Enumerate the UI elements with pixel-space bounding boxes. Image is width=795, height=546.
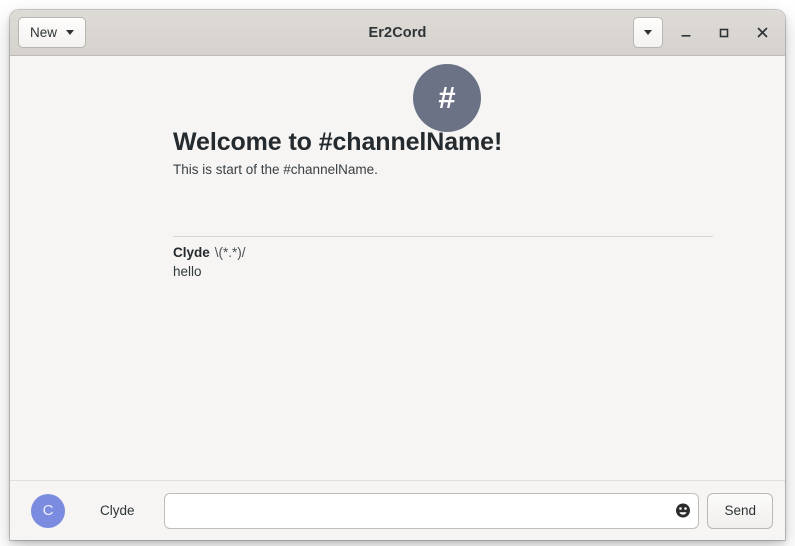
channel-welcome-subtitle: This is start of the #channelName.: [173, 161, 378, 177]
new-button[interactable]: New: [18, 17, 87, 48]
message-author: Clyde: [173, 245, 210, 260]
titlebar-right-controls: [633, 17, 777, 48]
channel-avatar: #: [413, 64, 481, 132]
channel-welcome-title: Welcome to #channelName!: [173, 128, 503, 156]
user-avatar[interactable]: C: [31, 493, 65, 528]
menu-button[interactable]: [633, 17, 663, 48]
emoji-picker-button[interactable]: [674, 502, 691, 519]
message-composer-bar: C Clyde Send: [10, 480, 785, 540]
close-icon: [757, 27, 767, 38]
chevron-down-icon: [644, 30, 652, 35]
message-item: Clyde \(*.*)/ hello: [173, 244, 765, 281]
composer-user-name: Clyde: [100, 503, 135, 518]
chevron-down-icon: [66, 30, 75, 35]
minimize-button[interactable]: [671, 18, 701, 48]
message-input[interactable]: [163, 492, 700, 529]
smiley-face-icon: [675, 503, 690, 518]
channel-welcome-block: Welcome to #channelName! This is start o…: [173, 128, 733, 178]
send-button[interactable]: Send: [707, 492, 773, 529]
channel-content-area: # Welcome to #channelName! This is start…: [10, 56, 785, 480]
message-header: Clyde \(*.*)/: [173, 244, 765, 262]
message-list: Clyde \(*.*)/ hello: [173, 244, 765, 289]
maximize-icon: [719, 28, 729, 37]
hash-icon: #: [438, 79, 456, 115]
message-body: hello: [173, 263, 202, 279]
maximize-button[interactable]: [709, 18, 739, 48]
message-input-wrapper: [163, 492, 700, 529]
message-divider: [173, 236, 713, 237]
new-button-label: New: [30, 25, 58, 40]
message-meta: \(*.*)/: [214, 245, 246, 260]
minimize-icon: [681, 34, 691, 37]
user-avatar-initial: C: [42, 502, 54, 519]
close-button[interactable]: [747, 18, 777, 48]
titlebar-left-controls: New: [18, 17, 87, 48]
application-window: New Er2Cord # Welcome to #channelName! T…: [10, 10, 785, 540]
titlebar: New Er2Cord: [10, 10, 785, 56]
